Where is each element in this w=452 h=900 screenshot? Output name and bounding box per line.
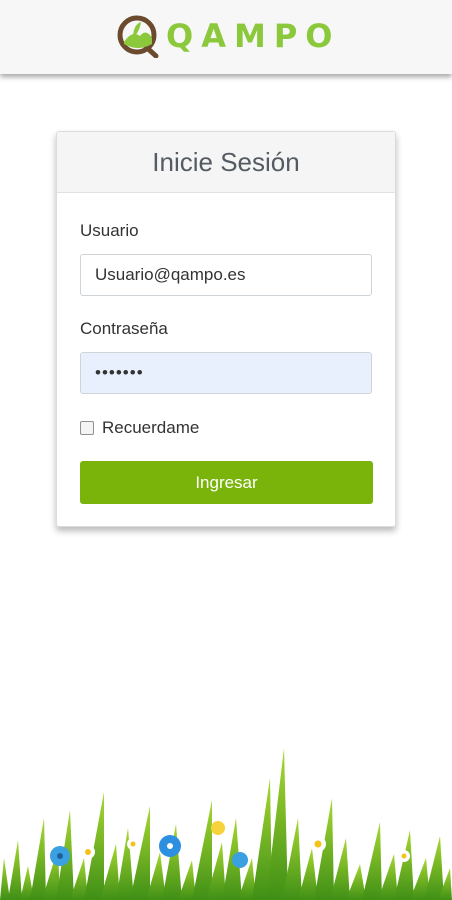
login-button[interactable]: Ingresar (80, 461, 373, 504)
qampo-logo-icon (117, 15, 159, 58)
brand-logo: QAMPO (116, 14, 340, 58)
login-title: Inicie Sesión (152, 146, 300, 177)
remember-label[interactable]: Recuerdame (102, 418, 199, 438)
login-card-header: Inicie Sesión (57, 132, 395, 193)
remember-checkbox[interactable] (80, 421, 94, 435)
brand-name: QAMPO (166, 17, 341, 55)
username-input[interactable]: Usuario@qampo.es (80, 254, 372, 296)
remember-me[interactable]: Recuerdame (80, 418, 199, 438)
password-label: Contraseña (80, 319, 168, 338)
username-label: Usuario (80, 221, 139, 240)
login-card: Inicie Sesión Usuario Usuario@qampo.es C… (56, 131, 396, 527)
password-input[interactable]: ••••••• (80, 352, 372, 394)
app-header: QAMPO (0, 0, 452, 74)
grass-decoration (0, 748, 452, 900)
